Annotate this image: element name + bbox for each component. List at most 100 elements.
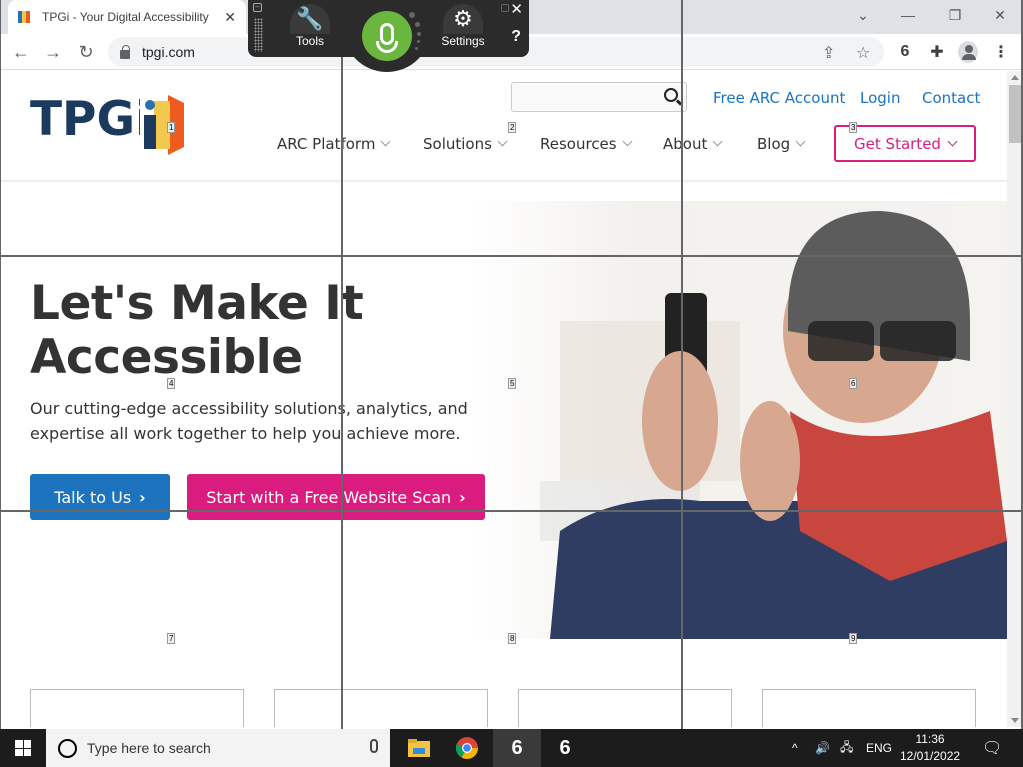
volume-dot bbox=[409, 12, 415, 18]
gear-icon: ⚙ bbox=[443, 4, 483, 34]
lock-icon[interactable] bbox=[120, 44, 130, 59]
tpgi-favicon-icon bbox=[18, 10, 32, 24]
dragon-tools-button[interactable]: 🔧 Tools bbox=[281, 4, 339, 48]
volume-dot bbox=[417, 40, 420, 43]
search-icon[interactable] bbox=[664, 88, 678, 102]
windows-taskbar: Type here to search 6 6 ^ 🔊 🖧 ENG 11:36 … bbox=[0, 729, 1023, 767]
web-page: TPGi Free ARC Account Login Contact ARC … bbox=[0, 71, 1007, 727]
nav-arc-platform[interactable]: ARC Platform bbox=[277, 135, 391, 153]
mic-stand bbox=[376, 41, 398, 53]
grid-number[interactable]: 1 bbox=[167, 122, 176, 133]
nav-solutions[interactable]: Solutions bbox=[423, 135, 508, 153]
clock-time: 11:36 bbox=[915, 732, 945, 746]
start-button[interactable] bbox=[0, 729, 46, 767]
chevron-down-icon bbox=[795, 136, 806, 147]
volume-dot bbox=[415, 22, 420, 27]
scrollbar-thumb[interactable] bbox=[1009, 85, 1021, 143]
get-started-label: Get Started bbox=[854, 134, 941, 153]
grid-line bbox=[0, 0, 1, 729]
chevron-right-icon: › bbox=[139, 487, 146, 507]
scroll-down-arrow-icon[interactable] bbox=[1011, 718, 1019, 723]
nav-about[interactable]: About bbox=[663, 135, 723, 153]
volume-icon[interactable]: 🔊 bbox=[815, 729, 830, 767]
scroll-up-arrow-icon[interactable] bbox=[1011, 75, 1019, 80]
grid-number[interactable]: 7 bbox=[167, 633, 176, 644]
wrench-icon: 🔧 bbox=[290, 4, 330, 34]
taskbar-dragon-active[interactable]: 6 bbox=[493, 729, 541, 767]
tray-overflow-chevron[interactable]: ^ bbox=[792, 729, 798, 767]
tpgi-logo[interactable]: TPGi bbox=[30, 95, 151, 145]
chevron-down-icon bbox=[497, 136, 508, 147]
windows-logo-icon bbox=[15, 740, 31, 756]
dragon-drag-handle[interactable] bbox=[254, 18, 263, 52]
minimize-button[interactable]: — bbox=[893, 0, 923, 30]
volume-dot bbox=[415, 47, 418, 50]
forward-button[interactable]: → bbox=[41, 40, 65, 64]
grid-number[interactable]: 2 bbox=[508, 122, 517, 133]
grid-number[interactable]: 5 bbox=[508, 378, 517, 389]
bookmark-star-icon[interactable]: ☆ bbox=[856, 43, 870, 63]
url-text[interactable]: tpgi.com bbox=[142, 44, 195, 60]
reload-button[interactable]: ↻ bbox=[74, 40, 98, 64]
feature-card[interactable] bbox=[30, 689, 244, 727]
nav-resources[interactable]: Resources bbox=[540, 135, 633, 153]
nav-label: About bbox=[663, 135, 708, 153]
contact-link[interactable]: Contact bbox=[922, 89, 980, 107]
dragon-close-icon[interactable]: ✕ bbox=[510, 0, 523, 18]
nav-blog[interactable]: Blog bbox=[757, 135, 806, 153]
site-search-input[interactable] bbox=[511, 82, 687, 112]
grid-number[interactable]: 6 bbox=[849, 378, 858, 389]
share-icon[interactable]: ⇪ bbox=[822, 43, 835, 63]
tab-close-icon[interactable]: ✕ bbox=[224, 9, 236, 26]
chevron-down-icon bbox=[947, 136, 958, 146]
dragon-help-icon[interactable]: ? bbox=[511, 28, 521, 46]
feature-card[interactable] bbox=[762, 689, 976, 727]
browser-menu-icon[interactable]: ⋮ bbox=[991, 42, 1011, 62]
close-window-button[interactable]: ✕ bbox=[985, 0, 1015, 30]
profile-avatar[interactable] bbox=[958, 41, 978, 63]
chevron-up-icon: ^ bbox=[792, 741, 798, 755]
chevron-down-icon bbox=[622, 136, 633, 147]
nav-label: ARC Platform bbox=[277, 135, 376, 153]
dragon-icon: 6 bbox=[559, 736, 571, 759]
clock-date: 12/01/2022 bbox=[900, 749, 961, 763]
restore-button[interactable]: ❐ bbox=[940, 0, 970, 30]
free-arc-account-link[interactable]: Free ARC Account bbox=[713, 89, 845, 107]
taskbar-search-box[interactable]: Type here to search bbox=[46, 729, 390, 767]
taskbar-file-explorer[interactable] bbox=[395, 729, 443, 767]
taskbar-chrome[interactable] bbox=[443, 729, 491, 767]
logo-mark-icon bbox=[140, 95, 186, 155]
dragon-minimize-icon[interactable]: – bbox=[253, 3, 262, 12]
dragon-restore-icon[interactable] bbox=[501, 4, 509, 12]
browser-tab[interactable]: TPGi - Your Digital Accessibility S ✕ bbox=[8, 0, 246, 34]
grid-line bbox=[0, 510, 1023, 512]
free-website-scan-button[interactable]: Start with a Free Website Scan › bbox=[187, 474, 485, 520]
talk-to-us-button[interactable]: Talk to Us › bbox=[30, 474, 170, 520]
network-icon[interactable]: 🖧 bbox=[840, 729, 853, 767]
login-link[interactable]: Login bbox=[860, 89, 900, 107]
grid-number[interactable]: 8 bbox=[508, 633, 517, 644]
grid-number[interactable]: 4 bbox=[167, 378, 176, 389]
chrome-icon bbox=[456, 737, 478, 759]
back-button[interactable]: ← bbox=[9, 40, 33, 64]
tab-search-icon[interactable]: ⌄ bbox=[848, 0, 878, 30]
microphone-button[interactable] bbox=[362, 11, 412, 61]
microphone-icon[interactable] bbox=[370, 739, 378, 753]
dragon-extension-icon[interactable]: 6 bbox=[895, 42, 915, 62]
language-indicator[interactable]: ENG bbox=[866, 729, 892, 767]
avatar-icon bbox=[958, 41, 978, 63]
feature-card[interactable] bbox=[274, 689, 488, 727]
chevron-down-icon bbox=[712, 136, 723, 147]
taskbar-dragon[interactable]: 6 bbox=[541, 729, 589, 767]
dragon-settings-button[interactable]: ⚙ Settings bbox=[434, 4, 492, 48]
feature-card[interactable] bbox=[518, 689, 732, 727]
extensions-puzzle-icon[interactable]: ✚ bbox=[927, 42, 947, 62]
clock[interactable]: 11:36 12/01/2022 bbox=[900, 729, 960, 767]
notifications-icon[interactable]: 🗨 bbox=[982, 729, 1002, 767]
tab-title: TPGi - Your Digital Accessibility S bbox=[42, 10, 212, 24]
grid-number[interactable]: 3 bbox=[849, 122, 858, 133]
hero-title: Let's Make It Accessible bbox=[30, 277, 364, 385]
grid-number[interactable]: 9 bbox=[849, 633, 858, 644]
hero-title-line2: Accessible bbox=[30, 330, 303, 385]
chevron-down-icon bbox=[380, 136, 391, 147]
